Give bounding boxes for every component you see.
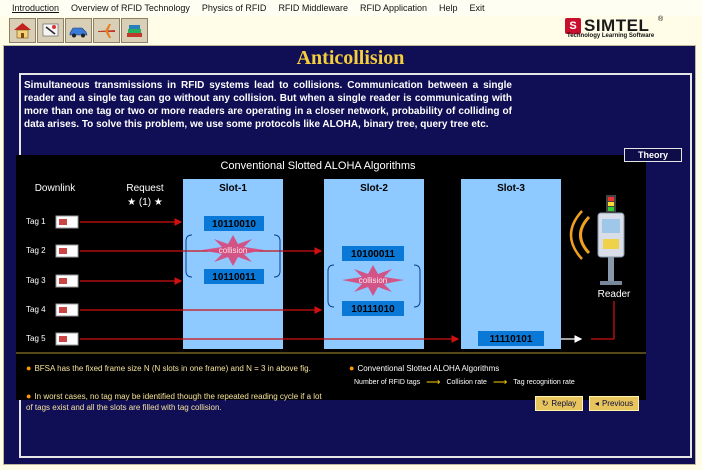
slot-1-id-2-text: 10110011 [212,272,256,283]
slot-2-column [324,179,424,349]
menu-middleware[interactable]: RFID Middleware [272,0,354,16]
request-marker: ★ (1) ★ [127,197,163,208]
tag-row-1: Tag 1 [26,215,183,229]
airplane-icon [98,24,115,38]
diagram-heading: Conventional Slotted ALOHA Algorithms [220,160,416,172]
legend-row: Number of RFID tags ⟶ Collision rate ⟶ T… [354,377,575,388]
slot-3-column [461,179,561,349]
description-text: Simultaneous transmissions in RFID syste… [24,80,512,130]
tools-icon [42,23,59,37]
tag-4-label: Tag 4 [26,305,46,314]
logo-registered: ® [658,16,664,23]
airplane-button[interactable] [93,18,120,43]
replay-icon: ↻ [541,399,549,408]
tag-1-label: Tag 1 [26,217,46,226]
slot-2-id-2-text: 10111010 [351,304,395,315]
app-window: Introduction Overview of RFID Technology… [0,0,702,470]
simtel-logo: S SIMTEL ® Technology Learning Software [565,16,665,44]
tag-row-3: Tag 3 [26,274,183,288]
previous-button[interactable]: ◂ Previous [589,396,639,411]
tag-2-label: Tag 2 [26,246,46,255]
slot-1-id-1-text: 10110010 [212,219,256,230]
menu-help[interactable]: Help [433,0,464,16]
legend-collision: Collision rate [446,379,487,386]
menu-overview[interactable]: Overview of RFID Technology [65,0,196,16]
replay-label: Replay [551,399,577,408]
tools-button[interactable] [37,18,64,43]
tag-3-label: Tag 3 [26,276,46,285]
reader-icon [569,195,625,285]
legend-tags: Number of RFID tags [354,379,421,386]
note-aloha-text: Conventional Slotted ALOHA Algorithms [357,364,500,373]
car-button[interactable] [65,18,92,43]
slot-3-id-1-text: 11110101 [490,334,533,345]
note-worst-case-text: In worst cases, no tag may be identified… [26,392,322,412]
menu-exit[interactable]: Exit [464,0,491,16]
note-bfsa-text: BFSA has the fixed frame size N (N slots… [34,364,311,373]
books-icon [127,25,142,37]
request-label: Request [126,183,163,194]
chevron-left-icon: ◂ [594,399,599,408]
theory-button[interactable]: Theory [624,148,682,162]
reader-label: Reader [598,289,631,300]
menu-bar: Introduction Overview of RFID Technology… [0,0,702,16]
slot-2-collision-label: collision [359,276,387,285]
slot-1-collision-label: collision [219,246,247,255]
note-worst-case: ● In worst cases, no tag may be identifie… [26,391,322,412]
books-button[interactable] [121,18,148,43]
legend-recognition: Tag recognition rate [513,379,575,386]
replay-button[interactable]: ↻ Replay [535,396,583,411]
home-icon [14,23,31,39]
slot-1-label: Slot-1 [219,183,247,194]
toolbar [9,18,148,43]
logo-tagline: Technology Learning Software [567,33,655,39]
menu-application[interactable]: RFID Application [354,0,433,16]
note-aloha: ● Conventional Slotted ALOHA Algorithms [349,363,500,373]
menu-introduction[interactable]: Introduction [0,0,65,16]
content-stage: Anticollision Simultaneous transmissions… [3,45,696,465]
simtel-mark-icon: S [565,18,581,34]
slot-2-id-1-text: 10100011 [351,249,395,260]
arrow-right-icon: ⟶ [426,377,441,388]
slot-2-label: Slot-2 [360,183,388,194]
note-bfsa: ● BFSA has the fixed frame size N (N slot… [26,363,311,373]
tag-5-label: Tag 5 [26,334,46,343]
previous-label: Previous [601,399,634,408]
page-title: Anticollision [296,47,405,69]
menu-physics[interactable]: Physics of RFID [196,0,273,16]
arrow-right-icon: ⟶ [492,377,508,388]
home-button[interactable] [9,18,36,43]
downlink-label: Downlink [35,183,77,194]
car-icon [69,27,88,38]
slot-3-label: Slot-3 [497,183,525,194]
